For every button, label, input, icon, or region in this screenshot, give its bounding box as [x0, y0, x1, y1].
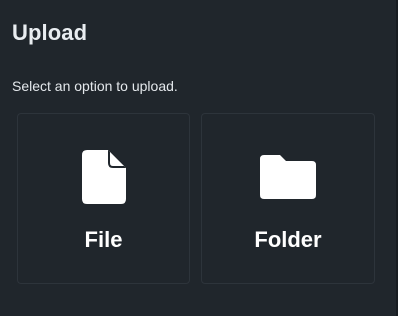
dialog-subtitle: Select an option to upload.	[12, 78, 178, 94]
upload-folder-label: Folder	[254, 227, 322, 252]
upload-file-button[interactable]: File	[17, 113, 190, 284]
upload-folder-button[interactable]: Folder	[201, 113, 375, 284]
dialog-title: Upload	[12, 20, 88, 45]
file-icon	[81, 150, 126, 204]
upload-dialog: Upload Select an option to upload. File …	[0, 0, 398, 316]
folder-icon	[260, 155, 316, 199]
upload-file-label: File	[84, 227, 123, 252]
